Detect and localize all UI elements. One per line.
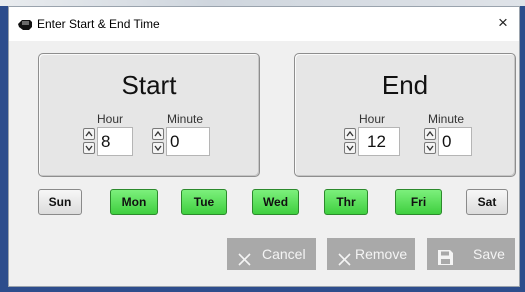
day-toggle-mon[interactable]: Mon	[110, 189, 158, 215]
start-hour-label: Hour	[97, 112, 124, 126]
start-minute-input[interactable]: 0	[166, 127, 210, 156]
chevron-up-icon[interactable]	[424, 128, 436, 140]
day-toggle-fri[interactable]: Fri	[395, 189, 442, 215]
start-hour-spinner	[83, 128, 95, 154]
remove-button[interactable]: Remove	[327, 238, 415, 270]
day-toggle-tue[interactable]: Tue	[181, 189, 227, 215]
hand-icon	[17, 18, 33, 32]
day-toggle-sun[interactable]: Sun	[38, 189, 82, 215]
end-hour-label: Hour	[359, 112, 386, 126]
floppy-disk-icon	[437, 245, 454, 277]
start-minute-spinner	[152, 128, 164, 154]
day-toggle-wed[interactable]: Wed	[252, 189, 299, 215]
chevron-down-icon[interactable]	[152, 142, 164, 154]
end-minute-spinner	[424, 128, 436, 154]
save-label: Save	[473, 246, 505, 262]
end-panel: End Hour Minute 12 0	[294, 53, 516, 177]
end-hour-input[interactable]: 12	[358, 127, 400, 156]
chevron-up-icon[interactable]	[83, 128, 95, 140]
day-toggle-thr[interactable]: Thr	[324, 189, 368, 215]
chevron-down-icon[interactable]	[83, 142, 95, 154]
time-dialog: Enter Start & End Time × Start Hour Minu…	[8, 6, 520, 287]
end-minute-input[interactable]: 0	[438, 127, 472, 156]
end-hour-spinner	[344, 128, 356, 154]
remove-label: Remove	[355, 246, 408, 262]
chevron-down-icon[interactable]	[424, 142, 436, 154]
day-toggle-sat[interactable]: Sat	[466, 189, 508, 215]
cancel-button[interactable]: Cancel	[227, 238, 316, 270]
start-minute-label: Minute	[167, 112, 204, 126]
chevron-down-icon[interactable]	[344, 142, 356, 154]
title-bar: Enter Start & End Time ×	[9, 7, 519, 41]
close-icon	[237, 246, 252, 278]
end-minute-label: Minute	[428, 112, 465, 126]
start-panel: Start Hour Minute 8 0	[38, 53, 260, 177]
save-button[interactable]: Save	[427, 238, 515, 270]
chevron-up-icon[interactable]	[152, 128, 164, 140]
chevron-up-icon[interactable]	[344, 128, 356, 140]
cancel-label: Cancel	[262, 246, 306, 262]
close-button[interactable]: ×	[493, 13, 513, 33]
start-hour-input[interactable]: 8	[97, 127, 133, 156]
dialog-title: Enter Start & End Time	[37, 17, 160, 31]
close-icon	[337, 246, 352, 278]
end-title: End	[381, 70, 429, 100]
start-title: Start	[121, 70, 177, 100]
